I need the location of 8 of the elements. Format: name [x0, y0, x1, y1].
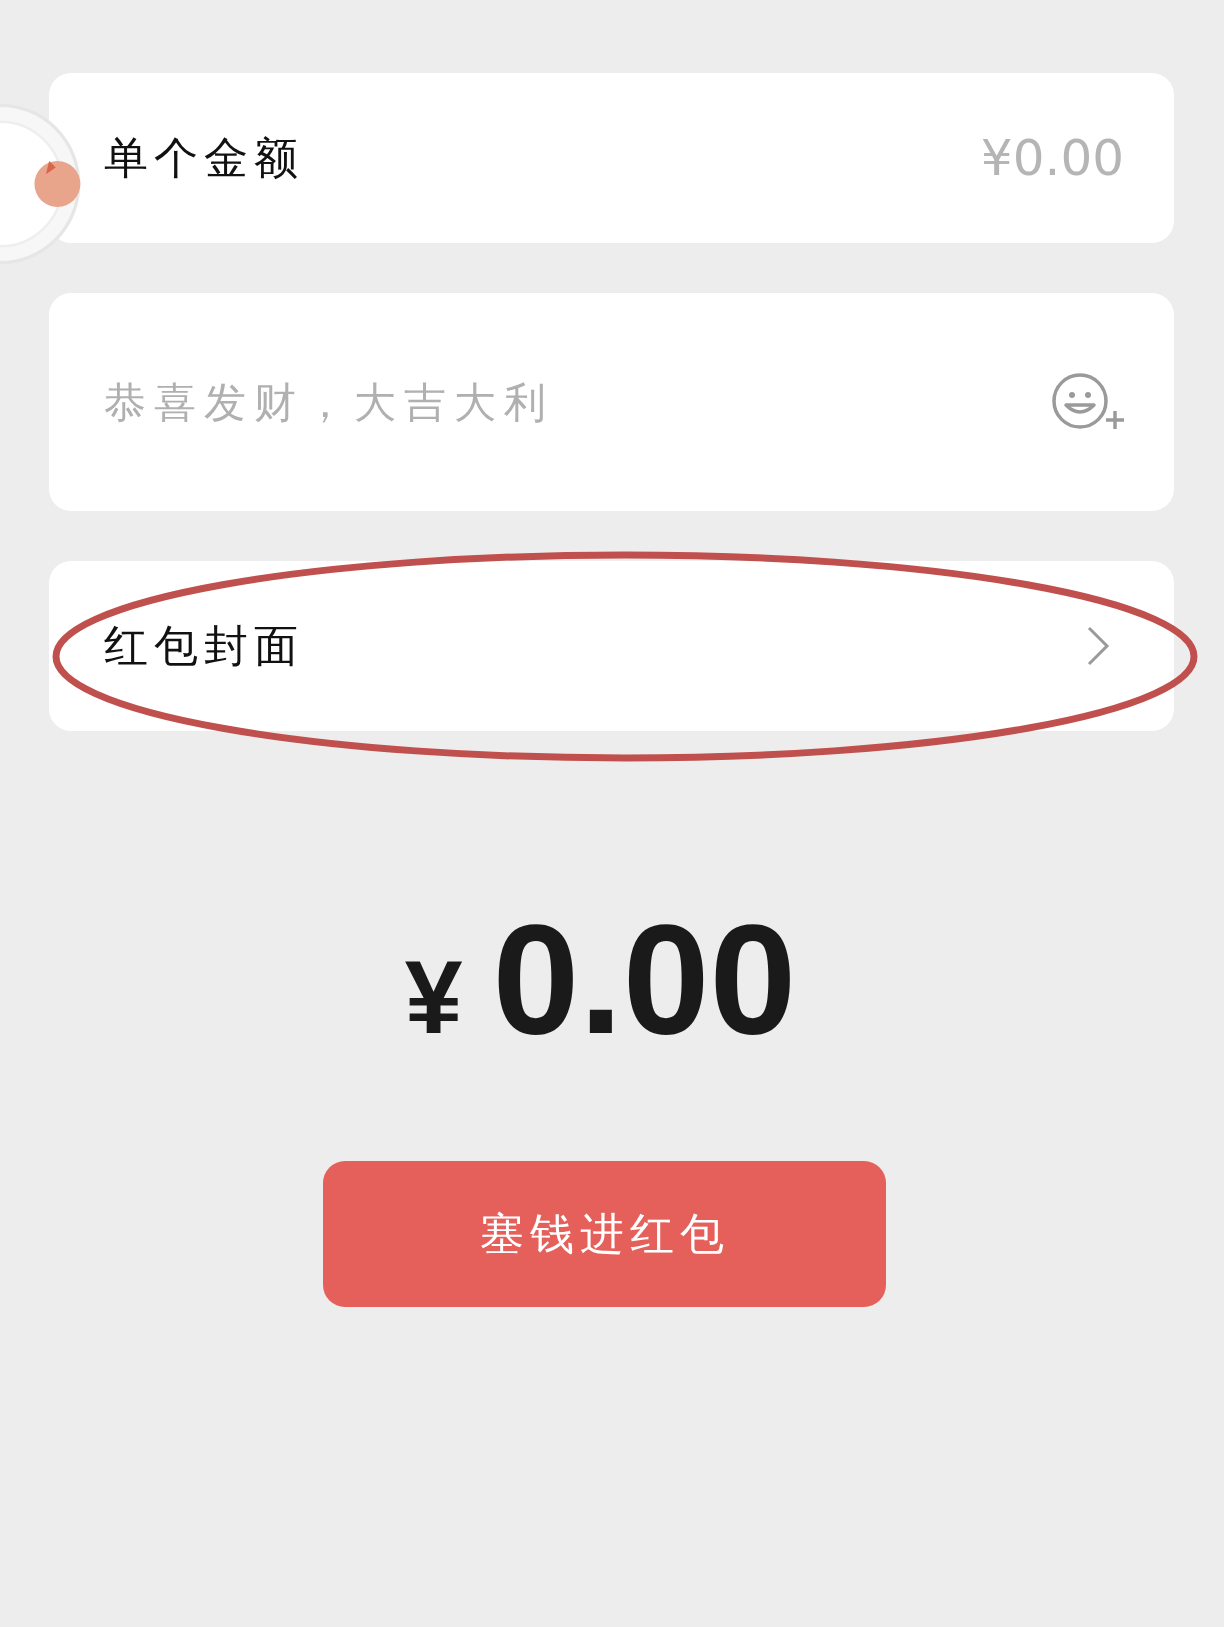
total-amount: ¥ 0.00	[403, 901, 798, 1057]
amount-field[interactable]: ¥0.00	[980, 129, 1124, 187]
chevron-right-icon	[1086, 626, 1110, 666]
submit-button[interactable]: 塞钱进红包	[323, 1161, 886, 1307]
message-field[interactable]: 恭喜发财，大吉大利	[104, 377, 1052, 427]
cover-label: 红包封面	[104, 618, 304, 673]
cover-row[interactable]: 红包封面	[49, 561, 1174, 731]
amount-label: 单个金额	[104, 130, 304, 185]
